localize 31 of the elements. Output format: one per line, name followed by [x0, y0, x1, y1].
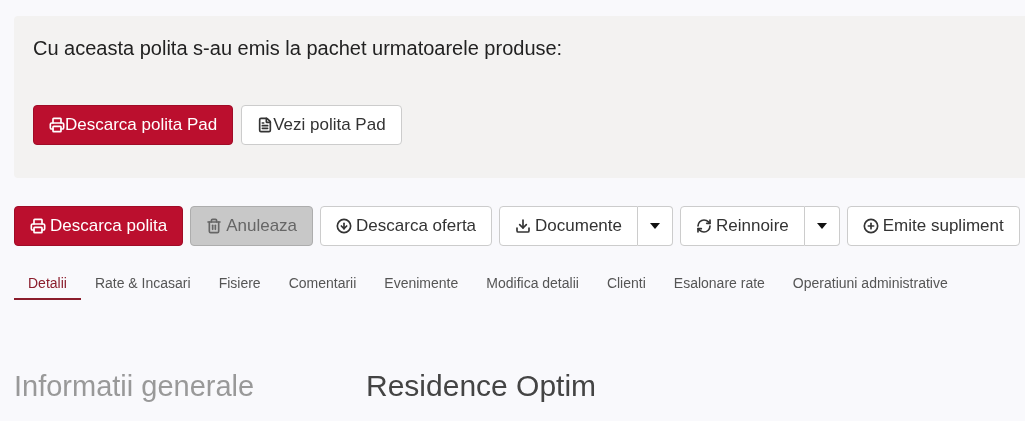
tab[interactable]: Evenimente — [370, 268, 473, 300]
tab[interactable]: Modifica detalii — [472, 268, 593, 300]
refresh-icon — [696, 218, 712, 234]
tab[interactable]: Operatiuni administrative — [778, 268, 962, 300]
tab[interactable]: Rate & Incasari — [80, 268, 205, 300]
download-icon — [515, 218, 532, 234]
section-title: Informatii generale — [14, 369, 256, 404]
toolbar-button[interactable]: Emite supliment — [846, 206, 1020, 246]
plus-circle-icon — [862, 218, 879, 234]
printer-icon — [49, 117, 65, 133]
notice-button[interactable]: Vezi polita Pad — [241, 105, 402, 145]
toolbar-button[interactable]: Documente — [499, 206, 638, 246]
toolbar-button[interactable]: Descarca polita — [14, 206, 184, 246]
toolbar-button[interactable]: Reinnoire — [680, 206, 805, 246]
printer-icon — [30, 218, 46, 234]
toolbar-button[interactable]: Descarca oferta — [320, 206, 493, 246]
tab[interactable]: Comentarii — [274, 268, 371, 300]
product-title: Residence Optim — [366, 368, 597, 404]
dropdown-toggle[interactable] — [804, 206, 840, 246]
dropdown-toggle[interactable] — [638, 206, 673, 246]
tab[interactable]: Fisiere — [204, 268, 275, 300]
tab[interactable]: Detalii — [14, 268, 81, 300]
document-icon — [257, 117, 274, 133]
tab[interactable]: Clienti — [592, 268, 660, 300]
caret-icon — [650, 223, 660, 229]
trash-icon — [206, 218, 223, 234]
download-circle-icon — [336, 218, 353, 234]
tab[interactable]: Esalonare rate — [659, 268, 779, 300]
notice-text: Cu aceasta polita s-au emis la pachet urmatoarele produse: — [33, 36, 564, 60]
notice-button[interactable]: Descarca polita Pad — [33, 105, 234, 145]
caret-icon — [816, 223, 827, 229]
